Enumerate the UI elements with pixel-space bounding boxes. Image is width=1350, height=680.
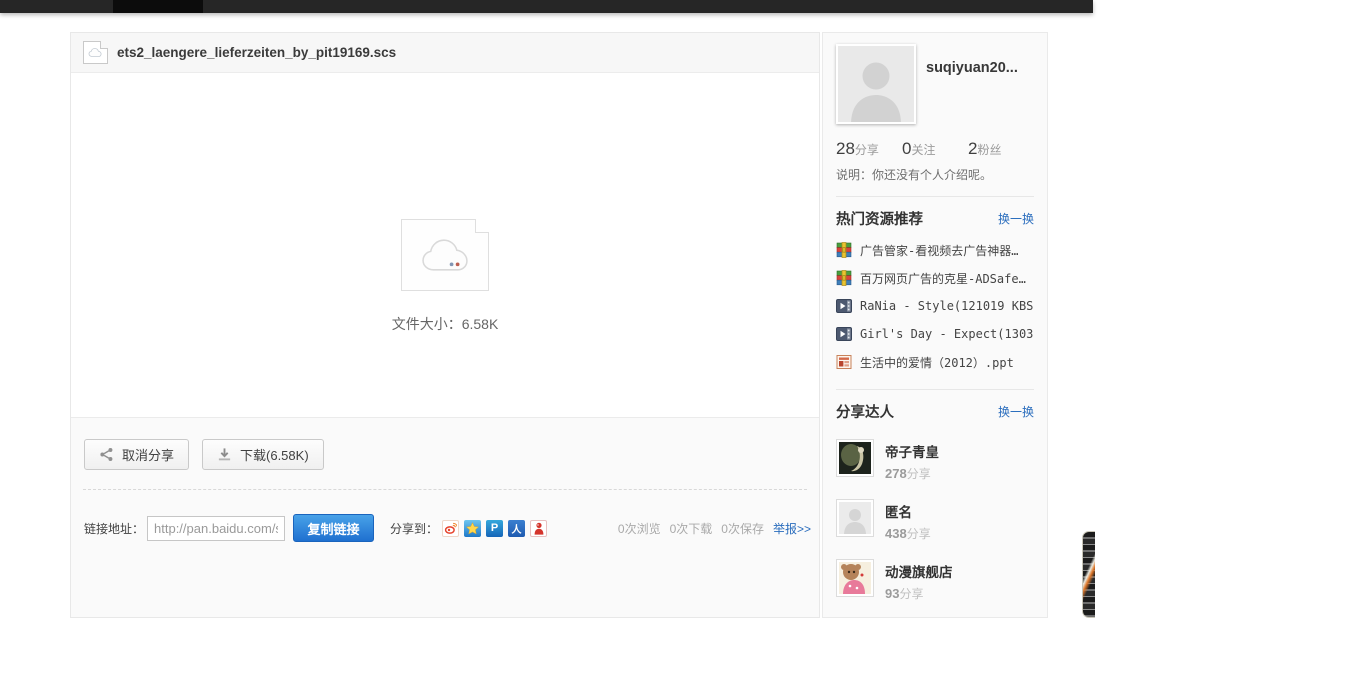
- sharer-row[interactable]: 动漫旗舰店 93分享: [836, 559, 1034, 602]
- video-icon: [836, 298, 852, 314]
- avatar-art-image: [839, 461, 871, 474]
- sharer-avatar[interactable]: [836, 559, 874, 597]
- avatar-placeholder-icon: [839, 521, 871, 534]
- file-share-panel: ets2_laengere_lieferzeiten_by_pit19169.s…: [70, 32, 820, 618]
- top-sharers-header: 分享达人 换一换: [836, 401, 1034, 422]
- list-item[interactable]: Girl's Day - Expect(130315…: [836, 320, 1034, 348]
- weibo-icon[interactable]: [442, 520, 459, 537]
- sidebar: suqiyuan20... 28 分享 0 关注 2 粉丝 说明：你还没有个人介…: [822, 32, 1048, 618]
- list-item[interactable]: RaNia - Style(121019 KBS M…: [836, 292, 1034, 320]
- download-label: 下载(6.58K): [240, 445, 309, 464]
- share-footer: 取消分享 下载(6.58K) 链接地址： 复制链接 分享到：: [71, 417, 819, 617]
- following-count-stat[interactable]: 0 关注: [902, 139, 968, 159]
- top-sharers-title: 分享达人: [836, 401, 894, 422]
- user-avatar[interactable]: [836, 44, 916, 124]
- username[interactable]: suqiyuan20...: [926, 60, 1018, 76]
- divider: [836, 389, 1034, 390]
- file-preview: 文件大小：6.58K: [71, 219, 819, 334]
- followers-count-stat[interactable]: 2 粉丝: [968, 139, 1034, 159]
- cancel-share-label: 取消分享: [122, 445, 174, 464]
- top-navigation-bar: [0, 0, 1093, 13]
- download-count: 0次下载: [670, 520, 713, 537]
- hot-resources-list: 广告管家-看视频去广告神器… 百万网页广告的克星-ADSafe… RaNia -…: [836, 236, 1034, 376]
- share-icon: [99, 447, 114, 462]
- dashed-divider: [83, 489, 807, 490]
- link-row: 链接地址： 复制链接 分享到： P: [71, 514, 819, 542]
- file-type-icon: [83, 41, 108, 64]
- sharer-avatar[interactable]: [836, 439, 874, 477]
- share-link-input[interactable]: [147, 516, 285, 541]
- top-sharers-list: 帝子青皇 278分享 匿名 438分享: [836, 439, 1034, 618]
- rar-icon: [836, 242, 852, 258]
- cloud-icon: [88, 48, 103, 58]
- refresh-sharers-link[interactable]: 换一换: [998, 403, 1034, 420]
- cloud-icon: [418, 238, 472, 272]
- save-count: 0次保存: [721, 520, 764, 537]
- rar-icon: [836, 270, 852, 286]
- share-stats: 0次浏览 0次下载 0次保存 举报>>: [618, 520, 811, 537]
- sharer-avatar[interactable]: [836, 499, 874, 537]
- avatar-placeholder-icon: [838, 46, 914, 122]
- divider: [836, 196, 1034, 197]
- view-count: 0次浏览: [618, 520, 661, 537]
- profile-section: suqiyuan20...: [836, 44, 1034, 124]
- page-title: ets2_laengere_lieferzeiten_by_pit19169.s…: [117, 45, 396, 60]
- partial-thumbnail-image[interactable]: [1082, 531, 1095, 618]
- file-header: ets2_laengere_lieferzeiten_by_pit19169.s…: [71, 33, 819, 73]
- list-item[interactable]: 百万网页广告的克星-ADSafe…: [836, 264, 1034, 292]
- link-address-label: 链接地址：: [84, 520, 144, 537]
- cancel-share-button[interactable]: 取消分享: [84, 439, 189, 470]
- share-targets: P 人: [442, 520, 547, 537]
- ppt-icon: [836, 354, 852, 370]
- sharer-row[interactable]: 匿名 438分享: [836, 499, 1034, 542]
- action-buttons: 取消分享 下载(6.58K): [71, 418, 819, 470]
- copy-link-button[interactable]: 复制链接: [293, 514, 374, 542]
- baidu-hi-icon[interactable]: [530, 520, 547, 537]
- list-item[interactable]: 生活中的爱情（2012）.ppt: [836, 348, 1034, 376]
- profile-description: 说明：你还没有个人介绍呢。: [836, 166, 1034, 183]
- file-size-text: 文件大小：6.58K: [71, 314, 819, 334]
- download-button[interactable]: 下载(6.58K): [202, 439, 324, 470]
- avatar-cartoon-image: [839, 581, 871, 594]
- list-item[interactable]: 广告管家-看视频去广告神器…: [836, 236, 1034, 264]
- report-link[interactable]: 举报>>: [773, 520, 811, 537]
- hot-resources-title: 热门资源推荐: [836, 208, 923, 229]
- download-icon: [217, 447, 232, 462]
- sharer-row[interactable]: 帝子青皇 278分享: [836, 439, 1034, 482]
- share-count-stat[interactable]: 28 分享: [836, 139, 902, 159]
- qzone-icon[interactable]: [464, 520, 481, 537]
- active-nav-tab[interactable]: [113, 0, 203, 13]
- profile-stats: 28 分享 0 关注 2 粉丝: [836, 139, 1034, 159]
- hot-resources-header: 热门资源推荐 换一换: [836, 208, 1034, 229]
- refresh-hot-link[interactable]: 换一换: [998, 210, 1034, 227]
- video-icon: [836, 326, 852, 342]
- share-to-label: 分享到：: [390, 520, 438, 537]
- file-cloud-icon: [401, 219, 489, 291]
- pengyou-icon[interactable]: P: [486, 520, 503, 537]
- renren-icon[interactable]: 人: [508, 520, 525, 537]
